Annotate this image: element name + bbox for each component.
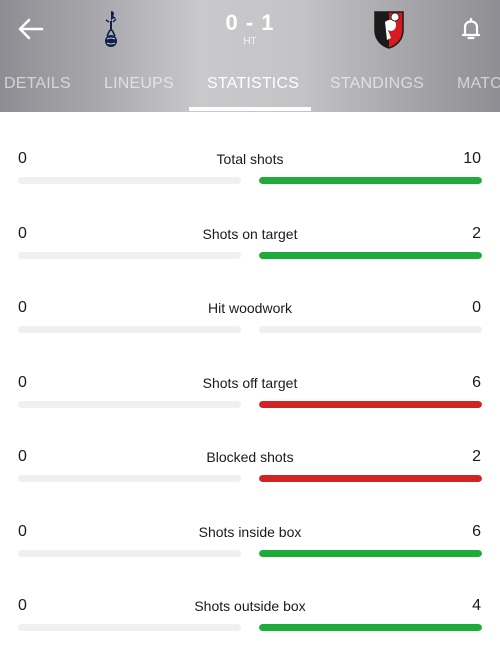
stat-row-blocked-shots: 0 Blocked shots 2 [0, 410, 500, 484]
home-value: 0 [18, 299, 27, 316]
away-team-crest[interactable] [370, 8, 408, 50]
stat-row-shots-outside-box: 0 Shots outside box 4 [0, 559, 500, 633]
stat-row-shots-inside-box: 0 Shots inside box 6 [0, 485, 500, 559]
stat-row-hit-woodwork: 0 Hit woodwork 0 [0, 261, 500, 335]
away-bar-fill [259, 624, 482, 631]
home-value: 0 [18, 597, 27, 614]
away-value: 6 [472, 522, 481, 540]
home-value: 0 [18, 224, 27, 242]
home-value: 0 [18, 448, 27, 465]
tottenham-crest [105, 11, 117, 47]
match-header: 0 - 1 HT DETAILS LINEUPS STATISTICS STAN… [0, 0, 500, 112]
stat-label: Blocked shots [206, 449, 294, 465]
home-bar [18, 475, 241, 482]
away-bar-fill [259, 177, 482, 184]
notifications-button[interactable] [456, 14, 486, 44]
statistics-list[interactable]: 0 Total shots 10 0 Shots on target 2 0 H… [0, 112, 500, 660]
home-bar [18, 400, 241, 408]
home-bar [18, 549, 241, 557]
stat-label: Shots inside box [198, 523, 302, 540]
stat-label: Total shots [216, 151, 284, 167]
stat-row-shots-on-target: 0 Shots on target 2 [0, 187, 500, 261]
home-value: 0 [18, 150, 27, 167]
tab-details[interactable]: DETAILS [4, 60, 71, 112]
away-bar [259, 475, 482, 482]
away-value: 2 [472, 448, 481, 465]
match-status: HT [243, 36, 257, 47]
away-bar [259, 400, 482, 408]
active-tab-indicator [189, 107, 311, 111]
away-bar-fill [259, 475, 482, 482]
away-value: 10 [463, 150, 481, 167]
arrow-left-icon [18, 18, 44, 40]
home-value: 0 [18, 373, 27, 391]
away-bar-fill [259, 400, 482, 408]
stat-label: Shots off target [202, 374, 298, 391]
stat-label: Hit woodwork [207, 300, 293, 316]
stat-row-shots-off-target: 0 Shots off target 6 [0, 336, 500, 410]
stat-label: Shots outside box [194, 598, 306, 614]
away-bar [259, 326, 482, 333]
bell-icon [461, 17, 481, 40]
match-score: 0 - 1 [225, 10, 275, 35]
away-value: 2 [472, 224, 481, 242]
away-bar-fill [259, 549, 482, 557]
tab-statistics[interactable]: STATISTICS [207, 60, 299, 112]
home-bar [18, 177, 241, 184]
home-team-crest[interactable] [98, 8, 124, 48]
tab-bar: DETAILS LINEUPS STATISTICS STANDINGS MAT… [0, 60, 500, 112]
tab-matches[interactable]: MATC [457, 60, 500, 112]
away-value: 4 [472, 597, 481, 614]
home-bar [18, 251, 241, 259]
away-bar [259, 549, 482, 557]
home-bar [18, 326, 241, 333]
home-bar [18, 624, 241, 631]
tab-standings[interactable]: STANDINGS [330, 60, 424, 112]
away-bar [259, 177, 482, 184]
home-value: 0 [18, 522, 27, 540]
away-bar [259, 251, 482, 259]
away-value: 6 [472, 373, 481, 391]
stat-label: Shots on target [202, 225, 298, 242]
tab-lineups[interactable]: LINEUPS [104, 60, 174, 112]
away-value: 0 [472, 299, 481, 316]
stat-row-total-shots: 0 Total shots 10 [0, 112, 500, 186]
bournemouth-crest [374, 11, 404, 49]
back-button[interactable] [14, 12, 48, 46]
away-bar-fill [259, 251, 482, 259]
away-bar [259, 624, 482, 631]
